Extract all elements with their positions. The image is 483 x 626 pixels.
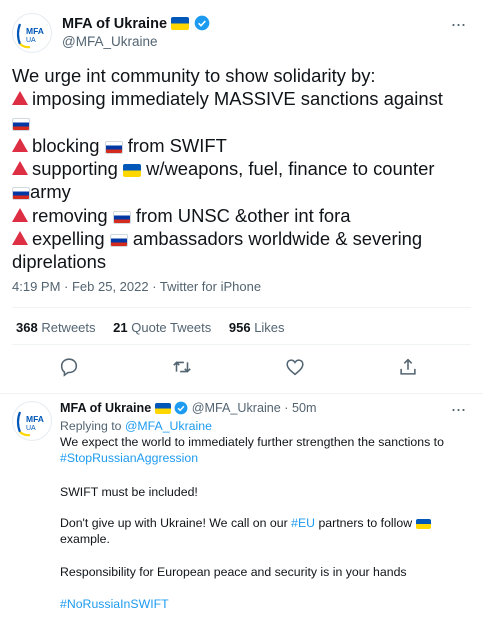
item3-text-b: w/weapons, fuel, finance to counter [146,158,435,180]
ukraine-flag-icon [123,164,142,178]
verified-badge-icon [174,401,188,415]
divider [0,393,483,394]
item5-text-a: expelling [32,228,105,250]
text-line-intro: We urge int community to show solidarity… [12,65,376,86]
reply-paragraph-4: Responsibility for European peace and se… [60,565,407,579]
item4-text-a: removing [32,204,108,226]
avatar[interactable]: MFA UA [12,401,52,441]
reply-p3-text-a: Don't give up with Ukraine! We call on o… [60,516,288,530]
action-bar [0,356,483,384]
russia-flag-icon [109,234,128,248]
tweet-stats: 368 Retweets 21 Quote Tweets 956 Likes [16,320,299,335]
likes-stat[interactable]: 956 Likes [229,320,285,335]
retweets-stat[interactable]: 368 Retweets [16,320,96,335]
retweet-icon[interactable] [171,356,195,380]
item1-text: imposing immediately MASSIVE sanctions a… [32,88,443,110]
red-triangle-icon [12,137,28,152]
ukraine-flag-icon [154,403,171,414]
item2-text-a: blocking [32,134,100,156]
hashtag-no-russia-in-swift[interactable]: #NoRussiaInSWIFT [60,596,470,612]
russia-flag-icon [12,117,30,131]
reply-paragraph-3: Don't give up with Ukraine! We call on o… [60,515,470,548]
mfa-logo-icon: MFA UA [16,411,44,437]
text-line-2: blocking from SWIFT [12,134,472,157]
author-handle[interactable]: @MFA_Ukraine [62,34,157,49]
text-line-1: imposing immediately MASSIVE sanctions a… [12,87,472,110]
reply-p1-text: We expect the world to immediately furth… [60,435,444,449]
share-icon[interactable] [397,356,421,380]
divider [12,307,471,308]
tweet-timestamp[interactable]: 4:19 PM · Feb 25, 2022 · Twitter for iPh… [12,279,261,294]
red-triangle-icon [12,161,28,176]
replying-to: Replying to @MFA_Ukraine [60,418,470,434]
like-icon[interactable] [284,356,308,380]
author-name[interactable]: MFA of Ukraine [62,16,167,32]
item4-text-b: from UNSC &other int fora [135,204,351,226]
quotes-stat[interactable]: 21 Quote Tweets [113,320,211,335]
ukraine-flag-icon [171,17,190,30]
text-line-5: expelling ambassadors worldwide & severi… [12,227,472,250]
russia-flag-icon [104,140,123,154]
ukraine-flag-icon [415,519,431,529]
avatar-text-top: MFA [26,26,44,36]
tweet-text: We urge int community to show solidarity… [12,64,472,274]
text-line-1b [12,111,472,134]
item5-text-b: ambassadors worldwide & severing [132,228,423,250]
replying-prefix: Replying to [60,419,122,433]
avatar-text-bottom: UA [26,37,36,44]
verified-badge-icon [194,15,210,31]
reply-author-line: MFA of Ukraine @MFA_Ukraine · 50m [60,401,316,415]
hashtag-stop-russian-aggression[interactable]: #StopRussianAggression [60,450,470,466]
divider [12,344,471,345]
avatar[interactable]: MFA UA [12,13,52,53]
reply-paragraph-1: We expect the world to immediately furth… [60,434,470,467]
reply-author-handle[interactable]: @MFA_Ukraine [192,401,281,415]
red-triangle-icon [12,207,28,222]
reply-p3-text-c: example. [60,532,110,547]
reply-icon[interactable] [58,356,82,380]
text-line-5b: diprelations [12,251,107,273]
mfa-logo-icon: MFA UA [16,23,44,49]
text-line-3: supporting w/weapons, fuel, finance to c… [12,157,472,180]
russia-flag-icon [112,210,131,224]
avatar-text-top: MFA [26,414,44,424]
reply-paragraph-2: SWIFT must be included! [60,485,198,499]
russia-flag-icon [12,187,30,201]
red-triangle-icon [12,91,28,106]
replying-to-link[interactable]: @MFA_Ukraine [125,419,212,433]
reply-p3-text-b: partners to follow [318,516,413,530]
avatar-text-bottom: UA [26,425,36,432]
text-line-3b: army [12,180,472,203]
more-icon[interactable]: ··· [448,15,468,38]
hashtag-eu[interactable]: #EU [291,516,315,530]
item3-text-c: army [30,181,71,203]
red-triangle-icon [12,231,28,246]
text-line-4: removing from UNSC &other int fora [12,204,472,227]
reply-author-name[interactable]: MFA of Ukraine [60,401,151,415]
item3-text-a: supporting [32,158,118,180]
author-line[interactable]: MFA of Ukraine [62,15,210,33]
item2-text-b: from SWIFT [127,134,227,156]
reply-time[interactable]: · 50m [284,401,316,415]
